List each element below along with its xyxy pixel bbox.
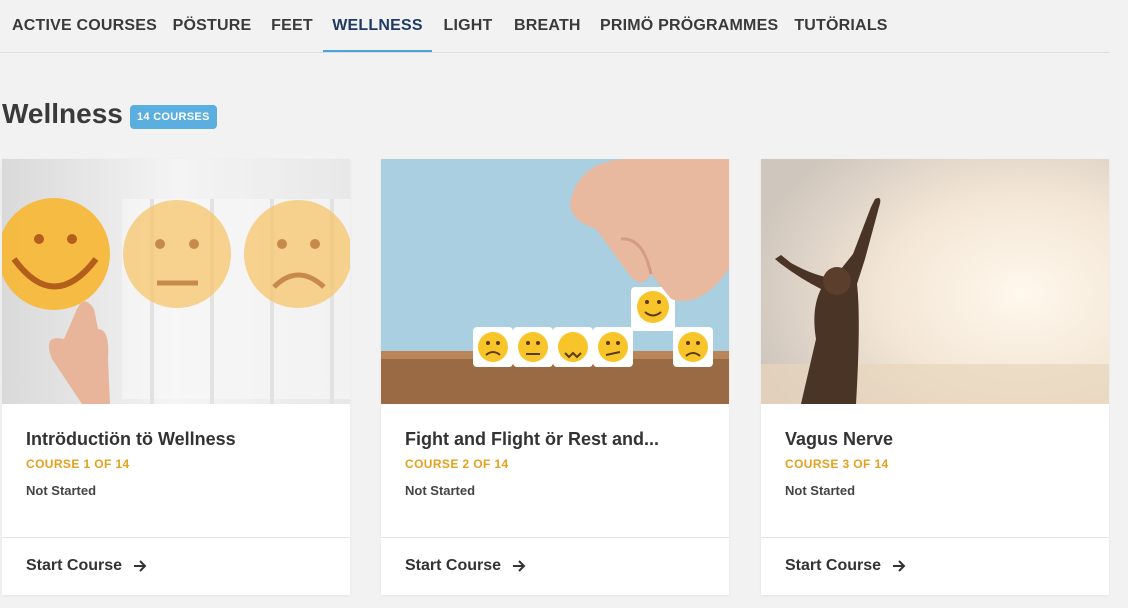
course-status: Not Started (26, 483, 97, 498)
tab-tutorials[interactable]: TUTÖRIALS (794, 0, 888, 52)
start-course-label: Start Course (785, 557, 882, 574)
arrow-right-icon (891, 558, 907, 574)
tab-active-courses[interactable]: ACTIVE COURSES (12, 0, 157, 52)
course-card[interactable]: Fight and Flight ör Rest and... COURSE 2… (381, 159, 729, 595)
card-divider (761, 537, 1109, 538)
tab-wellness[interactable]: WELLNESS (323, 0, 432, 52)
course-thumbnail[interactable] (761, 159, 1109, 404)
course-card[interactable]: Vagus Nerve COURSE 3 OF 14 Not Started S… (761, 159, 1109, 595)
arrow-right-icon (132, 558, 148, 574)
course-number-label: COURSE 1 OF 14 (26, 457, 130, 471)
course-number-label: COURSE 3 OF 14 (785, 457, 889, 471)
course-status: Not Started (405, 483, 476, 498)
start-course-button[interactable]: Start Course (26, 557, 148, 575)
card-divider (2, 537, 350, 538)
course-thumbnail[interactable] (381, 159, 729, 404)
course-card[interactable]: Intröductiön tö Wellness COURSE 1 OF 14 … (2, 159, 350, 595)
tab-light[interactable]: LIGHT (442, 0, 494, 52)
course-category-tabs: ACTIVE COURSES PÖSTURE FEET WELLNESS LIG… (0, 0, 1110, 53)
tab-primo-programmes[interactable]: PRIMÖ PRÖGRAMMES (600, 0, 778, 52)
section-title: Wellness (2, 98, 123, 129)
course-thumbnail[interactable] (2, 159, 350, 404)
course-title[interactable]: Intröductiön tö Wellness (26, 429, 336, 450)
course-number-label: COURSE 2 OF 14 (405, 457, 509, 471)
start-course-button[interactable]: Start Course (785, 557, 907, 575)
start-course-label: Start Course (405, 557, 502, 574)
tab-breath[interactable]: BREATH (514, 0, 580, 52)
course-title[interactable]: Vagus Nerve (785, 429, 1095, 450)
card-divider (381, 537, 729, 538)
course-status: Not Started (785, 483, 856, 498)
start-course-label: Start Course (26, 557, 123, 574)
start-course-button[interactable]: Start Course (405, 557, 527, 575)
tab-feet[interactable]: FEET (270, 0, 314, 52)
tab-posture[interactable]: PÖSTURE (172, 0, 252, 52)
course-title[interactable]: Fight and Flight ör Rest and... (405, 429, 715, 450)
arrow-right-icon (511, 558, 527, 574)
course-count-badge: 14 COURSES (130, 105, 217, 129)
